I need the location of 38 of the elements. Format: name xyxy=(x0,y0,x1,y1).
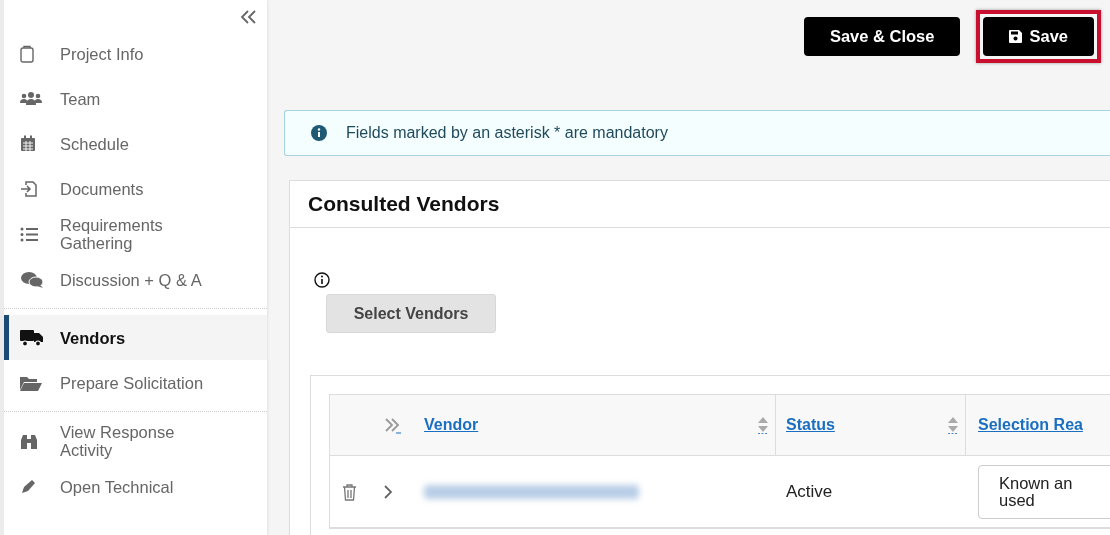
select-vendors-button[interactable]: Select Vendors xyxy=(326,294,496,333)
binoculars-icon xyxy=(20,433,38,449)
pen-icon xyxy=(20,478,36,495)
trash-icon[interactable] xyxy=(342,482,357,501)
sidebar-item[interactable]: Discussion + Q & A xyxy=(4,257,267,302)
sidebar-item[interactable]: Prepare Solicitation xyxy=(4,360,267,405)
file-import-icon xyxy=(20,179,38,198)
comments-icon xyxy=(20,270,44,289)
sort-icon[interactable] xyxy=(947,416,959,434)
clipboard-icon xyxy=(20,44,34,63)
sort-icon[interactable] xyxy=(757,416,769,434)
expand-all-icon[interactable] xyxy=(384,416,402,434)
column-header[interactable]: Status xyxy=(786,416,835,434)
sidebar-item[interactable]: Project Info xyxy=(4,31,267,76)
save-button[interactable]: Save xyxy=(983,16,1094,56)
notice-text: Fields marked by an asterisk * are mandatory xyxy=(346,124,668,142)
chevron-right-icon[interactable] xyxy=(383,483,393,500)
calendar-icon xyxy=(20,135,36,152)
reason-field[interactable]: Known an used xyxy=(978,464,1110,519)
truck-icon xyxy=(20,328,44,347)
info-icon[interactable] xyxy=(314,272,330,288)
sidebar-item[interactable]: Schedule xyxy=(4,121,267,166)
folder-icon xyxy=(20,374,42,391)
sidebar-item[interactable]: Documents xyxy=(4,166,267,211)
column-header[interactable]: Vendor xyxy=(424,416,479,434)
status-text: Active xyxy=(786,481,833,502)
sidebar-item[interactable]: Team xyxy=(4,76,267,121)
sidebar-item[interactable]: View Response Activity xyxy=(4,418,267,464)
sidebar-item[interactable]: Requirements Gathering xyxy=(4,211,267,257)
users-icon xyxy=(20,90,42,107)
list-icon xyxy=(20,226,38,242)
collapse-icon[interactable] xyxy=(239,9,257,25)
column-header[interactable]: Selection Rea xyxy=(978,416,1083,434)
save-close-button[interactable]: Save & Close xyxy=(803,16,961,56)
section-title: Consulted Vendors xyxy=(308,192,500,216)
sidebar-item[interactable]: Vendors xyxy=(4,315,267,360)
info-icon xyxy=(311,125,327,141)
sidebar-item[interactable]: Open Technical xyxy=(4,464,267,509)
